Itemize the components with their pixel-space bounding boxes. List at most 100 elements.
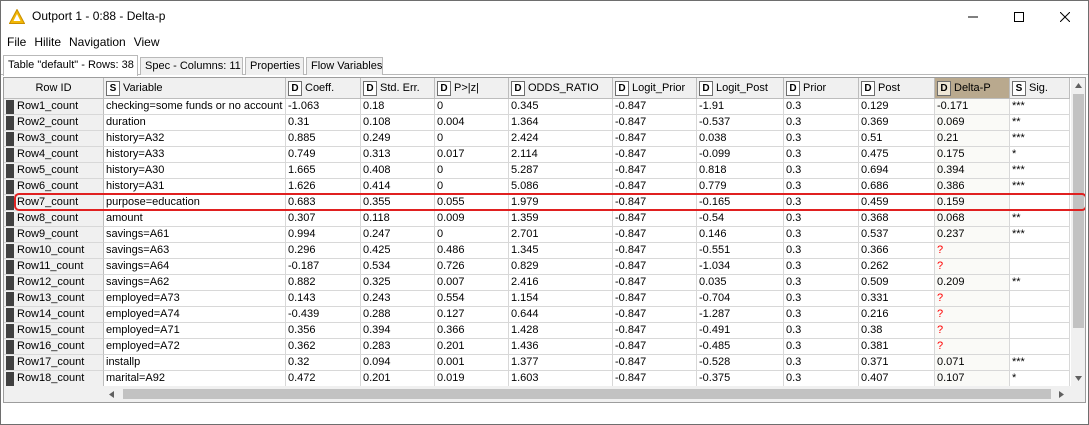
menu-view[interactable]: View	[130, 35, 164, 49]
cell-rowid[interactable]: Row18_count	[4, 371, 104, 387]
scroll-left-button[interactable]	[104, 386, 119, 402]
cell-delta[interactable]: 0.069	[935, 115, 1010, 131]
horizontal-scroll-thumb[interactable]	[123, 389, 1051, 399]
cell-logit_prior[interactable]: -0.847	[613, 291, 697, 307]
cell-logit_post[interactable]: -1.91	[697, 99, 784, 115]
cell-logit_prior[interactable]: -0.847	[613, 307, 697, 323]
vertical-scroll-thumb[interactable]	[1073, 94, 1084, 328]
menu-file[interactable]: File	[3, 35, 30, 49]
cell-odds[interactable]: 1.979	[509, 195, 613, 211]
cell-p[interactable]: 0.201	[435, 339, 509, 355]
cell-sig[interactable]	[1010, 259, 1070, 275]
cell-coeff[interactable]: 0.683	[286, 195, 361, 211]
cell-prior[interactable]: 0.3	[784, 339, 859, 355]
cell-prior[interactable]: 0.3	[784, 275, 859, 291]
cell-coeff[interactable]: 0.307	[286, 211, 361, 227]
column-header-coeff[interactable]: D Coeff.	[286, 78, 361, 99]
column-header-delta[interactable]: D Delta-P	[935, 78, 1010, 99]
cell-coeff[interactable]: 0.143	[286, 291, 361, 307]
cell-rowid[interactable]: Row4_count	[4, 147, 104, 163]
cell-rowid[interactable]: Row15_count	[4, 323, 104, 339]
cell-stderr[interactable]: 0.108	[361, 115, 435, 131]
cell-coeff[interactable]: 0.362	[286, 339, 361, 355]
cell-post[interactable]: 0.262	[859, 259, 935, 275]
column-header-odds[interactable]: D ODDS_RATIO	[509, 78, 613, 99]
cell-sig[interactable]	[1010, 291, 1070, 307]
cell-stderr[interactable]: 0.355	[361, 195, 435, 211]
cell-rowid[interactable]: Row9_count	[4, 227, 104, 243]
cell-delta[interactable]: 0.394	[935, 163, 1010, 179]
cell-prior[interactable]: 0.3	[784, 147, 859, 163]
cell-p[interactable]: 0.486	[435, 243, 509, 259]
tab-properties[interactable]: Properties	[245, 57, 304, 75]
cell-logit_prior[interactable]: -0.847	[613, 211, 697, 227]
cell-variable[interactable]: amount	[104, 211, 286, 227]
column-header-post[interactable]: D Post	[859, 78, 935, 99]
column-header-logit_prior[interactable]: D Logit_Prior	[613, 78, 697, 99]
cell-rowid[interactable]: Row6_count	[4, 179, 104, 195]
cell-rowid[interactable]: Row2_count	[4, 115, 104, 131]
cell-prior[interactable]: 0.3	[784, 227, 859, 243]
cell-logit_post[interactable]: 0.779	[697, 179, 784, 195]
cell-coeff[interactable]: -0.439	[286, 307, 361, 323]
cell-sig[interactable]: **	[1010, 275, 1070, 291]
cell-coeff[interactable]: 0.994	[286, 227, 361, 243]
cell-logit_prior[interactable]: -0.847	[613, 195, 697, 211]
cell-odds[interactable]: 1.364	[509, 115, 613, 131]
cell-logit_prior[interactable]: -0.847	[613, 243, 697, 259]
cell-prior[interactable]: 0.3	[784, 259, 859, 275]
cell-delta[interactable]: 0.386	[935, 179, 1010, 195]
cell-odds[interactable]: 0.345	[509, 99, 613, 115]
cell-logit_prior[interactable]: -0.847	[613, 227, 697, 243]
cell-variable[interactable]: savings=A63	[104, 243, 286, 259]
cell-sig[interactable]: ***	[1010, 131, 1070, 147]
cell-logit_post[interactable]: -0.537	[697, 115, 784, 131]
column-header-rowid[interactable]: Row ID	[4, 78, 104, 99]
tab-table-default[interactable]: Table "default" - Rows: 38	[3, 55, 138, 76]
cell-stderr[interactable]: 0.118	[361, 211, 435, 227]
cell-sig[interactable]: ***	[1010, 163, 1070, 179]
cell-sig[interactable]	[1010, 195, 1070, 211]
cell-logit_post[interactable]: -0.54	[697, 211, 784, 227]
table-row[interactable]: Row13_count employed=A73 0.143 0.243 0.554 1.…	[4, 291, 1070, 307]
cell-logit_post[interactable]: -1.287	[697, 307, 784, 323]
cell-rowid[interactable]: Row17_count	[4, 355, 104, 371]
column-header-prior[interactable]: D Prior	[784, 78, 859, 99]
cell-variable[interactable]: employed=A74	[104, 307, 286, 323]
cell-stderr[interactable]: 0.201	[361, 371, 435, 387]
cell-sig[interactable]	[1010, 339, 1070, 355]
cell-post[interactable]: 0.459	[859, 195, 935, 211]
cell-logit_post[interactable]: 0.146	[697, 227, 784, 243]
cell-p[interactable]: 0	[435, 163, 509, 179]
cell-logit_post[interactable]: -1.034	[697, 259, 784, 275]
cell-sig[interactable]: ***	[1010, 179, 1070, 195]
cell-odds[interactable]: 0.829	[509, 259, 613, 275]
cell-sig[interactable]: **	[1010, 115, 1070, 131]
cell-odds[interactable]: 2.416	[509, 275, 613, 291]
cell-variable[interactable]: duration	[104, 115, 286, 131]
cell-post[interactable]: 0.694	[859, 163, 935, 179]
cell-p[interactable]: 0.366	[435, 323, 509, 339]
cell-post[interactable]: 0.475	[859, 147, 935, 163]
cell-logit_post[interactable]: 0.818	[697, 163, 784, 179]
cell-prior[interactable]: 0.3	[784, 99, 859, 115]
cell-delta[interactable]: ?	[935, 307, 1010, 323]
cell-delta[interactable]: 0.068	[935, 211, 1010, 227]
cell-odds[interactable]: 2.424	[509, 131, 613, 147]
cell-variable[interactable]: savings=A62	[104, 275, 286, 291]
cell-p[interactable]: 0	[435, 131, 509, 147]
cell-logit_post[interactable]: 0.038	[697, 131, 784, 147]
cell-logit_prior[interactable]: -0.847	[613, 163, 697, 179]
cell-post[interactable]: 0.509	[859, 275, 935, 291]
cell-p[interactable]: 0.004	[435, 115, 509, 131]
cell-logit_prior[interactable]: -0.847	[613, 339, 697, 355]
cell-p[interactable]: 0.127	[435, 307, 509, 323]
cell-odds[interactable]: 5.287	[509, 163, 613, 179]
cell-delta[interactable]: 0.175	[935, 147, 1010, 163]
cell-delta[interactable]: ?	[935, 243, 1010, 259]
cell-prior[interactable]: 0.3	[784, 307, 859, 323]
cell-p[interactable]: 0.554	[435, 291, 509, 307]
cell-sig[interactable]	[1010, 307, 1070, 323]
cell-p[interactable]: 0.009	[435, 211, 509, 227]
cell-post[interactable]: 0.216	[859, 307, 935, 323]
